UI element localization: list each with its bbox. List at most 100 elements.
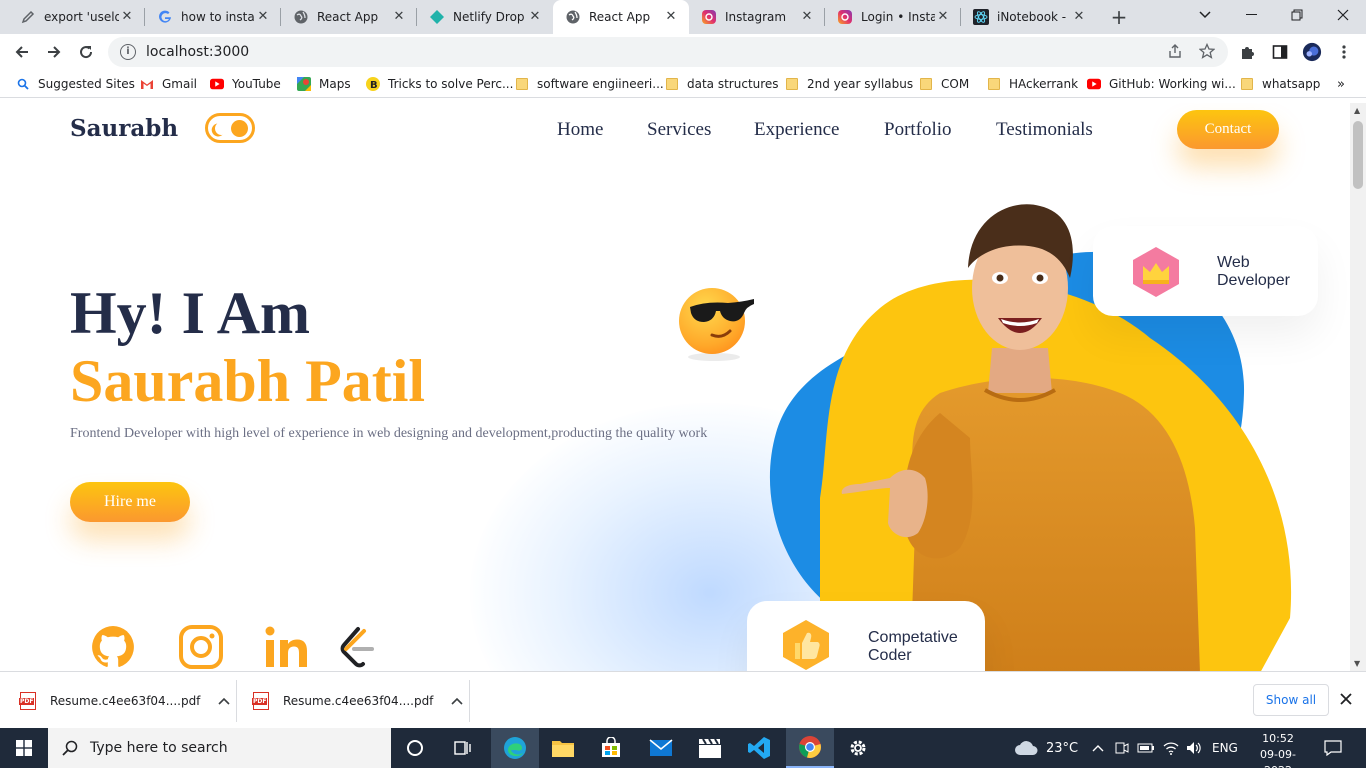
side-panel-icon[interactable] — [1270, 42, 1290, 62]
forward-button[interactable] — [40, 38, 68, 66]
close-icon[interactable]: ✕ — [663, 9, 679, 25]
close-icon[interactable] — [1340, 690, 1352, 709]
browser-tab[interactable]: export 'useld' ✕ — [0, 0, 145, 34]
folder-icon — [1240, 77, 1254, 91]
hire-me-button[interactable]: Hire me — [70, 482, 190, 522]
store-icon[interactable] — [587, 728, 635, 768]
linkedin-icon[interactable] — [263, 623, 311, 671]
bookmark-gmail[interactable]: Gmail — [140, 75, 197, 93]
chrome-icon[interactable] — [786, 728, 834, 768]
minimize-button[interactable] — [1228, 0, 1274, 30]
more-bookmarks-chevron-icon[interactable]: » — [1337, 75, 1345, 93]
settings-gear-icon[interactable] — [834, 728, 882, 768]
mail-icon[interactable] — [637, 728, 685, 768]
site-brand[interactable]: Saurabh — [70, 115, 178, 142]
vscode-icon[interactable] — [735, 728, 783, 768]
instagram-icon[interactable] — [177, 623, 225, 671]
close-icon[interactable]: ✕ — [391, 9, 407, 25]
reload-button[interactable] — [72, 38, 100, 66]
browser-menu-icon[interactable] — [1334, 42, 1354, 62]
bookmark-maps[interactable]: Maps — [297, 75, 351, 93]
bookmark-folder[interactable]: COM — [919, 75, 969, 93]
nav-link-testimonials[interactable]: Testimonials — [996, 119, 1093, 141]
bookmark-suggested-sites[interactable]: Suggested Sites — [16, 75, 135, 93]
meet-now-icon[interactable] — [1114, 728, 1130, 768]
browser-tab[interactable]: iNotebook - ✕ — [961, 0, 1097, 34]
browser-tab[interactable]: Netlify Drop | ✕ — [417, 0, 553, 34]
bookmark-label: Gmail — [162, 77, 198, 91]
nav-link-portfolio[interactable]: Portfolio — [884, 119, 952, 141]
close-icon[interactable]: ✕ — [255, 9, 271, 25]
folder-icon — [919, 77, 933, 91]
task-view-icon[interactable] — [439, 728, 487, 768]
bookmark-youtube[interactable]: YouTube — [210, 75, 281, 93]
browser-tab[interactable]: Instagram ✕ — [689, 0, 825, 34]
download-item[interactable]: Resume.c4ee63f04....pdf — [252, 672, 463, 729]
new-tab-button[interactable]: + — [1108, 6, 1130, 28]
battery-icon[interactable] — [1137, 728, 1155, 768]
extensions-icon[interactable] — [1238, 42, 1258, 62]
profile-avatar[interactable] — [1302, 42, 1322, 62]
taskbar-clock[interactable]: 10:52 09-09-2022 — [1248, 731, 1308, 779]
show-all-downloads-button[interactable]: Show all — [1253, 684, 1329, 716]
windows-start-button[interactable] — [0, 728, 48, 768]
browser-tab[interactable]: how to install ✕ — [145, 0, 281, 34]
bookmark-star-icon[interactable] — [1198, 42, 1216, 63]
taskbar-search-box[interactable]: Type here to search — [48, 728, 391, 768]
close-icon[interactable]: ✕ — [1071, 9, 1087, 25]
bookmark-folder[interactable]: 2nd year syllabus — [785, 75, 913, 93]
bookmark-github[interactable]: GitHub: Working wi... — [1087, 75, 1236, 93]
back-button[interactable] — [8, 38, 36, 66]
download-item[interactable]: Resume.c4ee63f04....pdf — [19, 672, 230, 729]
hero-name: Saurabh Patil — [70, 348, 426, 414]
language-indicator[interactable]: ENG — [1212, 728, 1238, 768]
address-bar[interactable]: i localhost:3000 — [108, 37, 1228, 67]
tray-chevron-up-icon[interactable] — [1092, 728, 1104, 768]
restore-button[interactable] — [1274, 0, 1320, 30]
github-icon[interactable] — [89, 623, 137, 671]
pdf-file-icon — [252, 691, 269, 710]
pdf-file-icon — [19, 691, 36, 710]
tab-label: iNotebook - — [997, 10, 1067, 24]
theme-toggle[interactable] — [205, 113, 255, 143]
close-icon[interactable]: ✕ — [935, 9, 951, 25]
bookmark-tricks[interactable]: B Tricks to solve Perc... — [366, 75, 513, 93]
bookmark-folder[interactable]: data structures — [665, 75, 779, 93]
chevron-up-icon[interactable] — [218, 694, 230, 708]
close-window-button[interactable] — [1320, 0, 1366, 30]
wifi-icon[interactable] — [1163, 728, 1179, 768]
browser-tab-active[interactable]: React App ✕ — [553, 0, 689, 34]
bookmark-folder[interactable]: HAckerrank — [987, 75, 1078, 93]
scroll-up-arrow-icon[interactable]: ▲ — [1354, 106, 1360, 115]
close-icon[interactable]: ✕ — [799, 9, 815, 25]
edge-icon[interactable] — [491, 728, 539, 768]
site-info-icon[interactable]: i — [120, 44, 136, 60]
bookmark-folder[interactable]: software engiineeri... — [515, 75, 664, 93]
page-scrollbar[interactable]: ▲ ▼ — [1350, 103, 1366, 671]
close-icon[interactable]: ✕ — [119, 9, 135, 25]
nav-link-services[interactable]: Services — [647, 119, 711, 141]
file-explorer-icon[interactable] — [539, 728, 587, 768]
card-title-line2: Coder — [868, 647, 912, 664]
notifications-icon[interactable] — [1324, 728, 1342, 768]
browser-tab[interactable]: React App ✕ — [281, 0, 417, 34]
hero-greeting: Hy! I Am — [70, 280, 310, 346]
chevron-up-icon[interactable] — [451, 694, 463, 708]
close-icon[interactable]: ✕ — [527, 9, 543, 25]
bookmark-label: data structures — [687, 77, 779, 91]
contact-button[interactable]: Contact — [1177, 110, 1279, 149]
nav-link-home[interactable]: Home — [557, 119, 603, 141]
tab-search-chevron-icon[interactable] — [1182, 0, 1228, 30]
windows-logo-icon — [16, 740, 32, 756]
cortana-icon[interactable] — [391, 728, 439, 768]
nav-link-experience[interactable]: Experience — [754, 119, 839, 141]
scroll-down-arrow-icon[interactable]: ▼ — [1354, 659, 1360, 668]
bookmark-folder[interactable]: whatsapp — [1240, 75, 1320, 93]
leetcode-icon[interactable] — [336, 623, 384, 671]
scrollbar-thumb[interactable] — [1353, 121, 1363, 189]
clapper-video-icon[interactable] — [686, 728, 734, 768]
weather-widget[interactable]: 23°C — [1014, 728, 1078, 768]
share-icon[interactable] — [1167, 43, 1183, 63]
volume-icon[interactable] — [1186, 728, 1202, 768]
browser-tab[interactable]: Login • Instag ✕ — [825, 0, 961, 34]
